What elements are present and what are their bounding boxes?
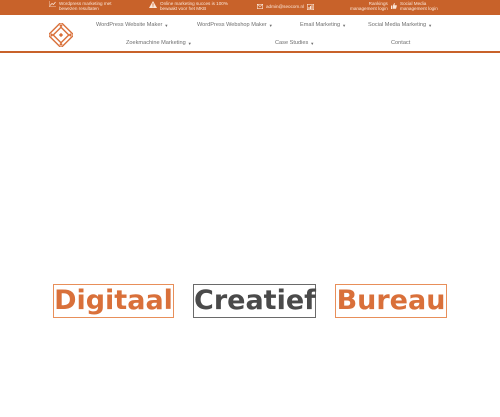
warning-icon bbox=[149, 1, 157, 8]
nav-item-label: Case Studies bbox=[275, 40, 309, 46]
topbar-text-line: management login bbox=[350, 6, 388, 12]
nav-item-label: Social Media Marketing bbox=[368, 22, 427, 28]
nav-item-label: Zoekmachine Marketing bbox=[126, 40, 186, 46]
nav-item-label: WordPress Webshop Maker bbox=[197, 22, 267, 28]
caret-down-icon: ▼ bbox=[428, 22, 433, 28]
caret-down-icon: ▼ bbox=[342, 22, 347, 28]
nav-item-label: Email Marketing bbox=[300, 22, 341, 28]
topbar-item-rankings-login[interactable]: Rankings management login bbox=[350, 1, 397, 11]
main-header: WordPress Website Maker ▼ WordPress Webs… bbox=[0, 15, 500, 53]
nav-item-label: Contact bbox=[391, 40, 411, 46]
nav-item-wordpress-website[interactable]: WordPress Website Maker ▼ bbox=[96, 22, 168, 28]
topbar-item-marketing[interactable]: Wordpress marketing met bewezen resultat… bbox=[49, 1, 112, 11]
caret-down-icon: ▼ bbox=[268, 22, 273, 28]
caret-down-icon: ▼ bbox=[164, 22, 169, 28]
topbar-item-social-login[interactable]: Social Media management login bbox=[400, 1, 438, 11]
email-icon bbox=[257, 4, 263, 9]
topbar-text-line: management login bbox=[400, 6, 438, 12]
nav-item-social-media[interactable]: Social Media Marketing ▼ bbox=[368, 22, 432, 28]
report-icon bbox=[307, 4, 315, 10]
hero-word-creatief: Creatief bbox=[193, 284, 316, 318]
topbar-text-line: bewezen resultaten bbox=[59, 6, 99, 12]
topbar-item-email[interactable]: admin@seocom.nl bbox=[257, 4, 315, 10]
nav-item-case-studies[interactable]: Case Studies ▼ bbox=[275, 40, 314, 46]
topbar-text-line: bewaakt voor het MKB bbox=[160, 6, 207, 12]
hero-word-bureau: Bureau bbox=[335, 284, 447, 318]
topbar-email-text: admin@seocom.nl bbox=[266, 4, 305, 9]
logo-icon[interactable] bbox=[49, 23, 73, 47]
nav-item-contact[interactable]: Contact bbox=[391, 40, 410, 46]
nav-item-email-marketing[interactable]: Email Marketing ▼ bbox=[300, 22, 346, 28]
nav-item-zoekmachine[interactable]: Zoekmachine Marketing ▼ bbox=[126, 40, 192, 46]
nav-item-label: WordPress Website Maker bbox=[96, 22, 163, 28]
caret-down-icon: ▼ bbox=[310, 40, 315, 46]
nav-item-wordpress-webshop[interactable]: WordPress Webshop Maker ▼ bbox=[197, 22, 273, 28]
topbar-item-success[interactable]: Online marketing succes is 100% bewaakt … bbox=[149, 1, 228, 11]
hero-word-digitaal: Digitaal bbox=[53, 284, 174, 318]
top-info-bar: Wordpress marketing met bewezen resultat… bbox=[0, 0, 500, 15]
caret-down-icon: ▼ bbox=[187, 40, 192, 46]
chart-icon bbox=[49, 1, 56, 7]
thumbs-up-icon bbox=[390, 3, 397, 9]
